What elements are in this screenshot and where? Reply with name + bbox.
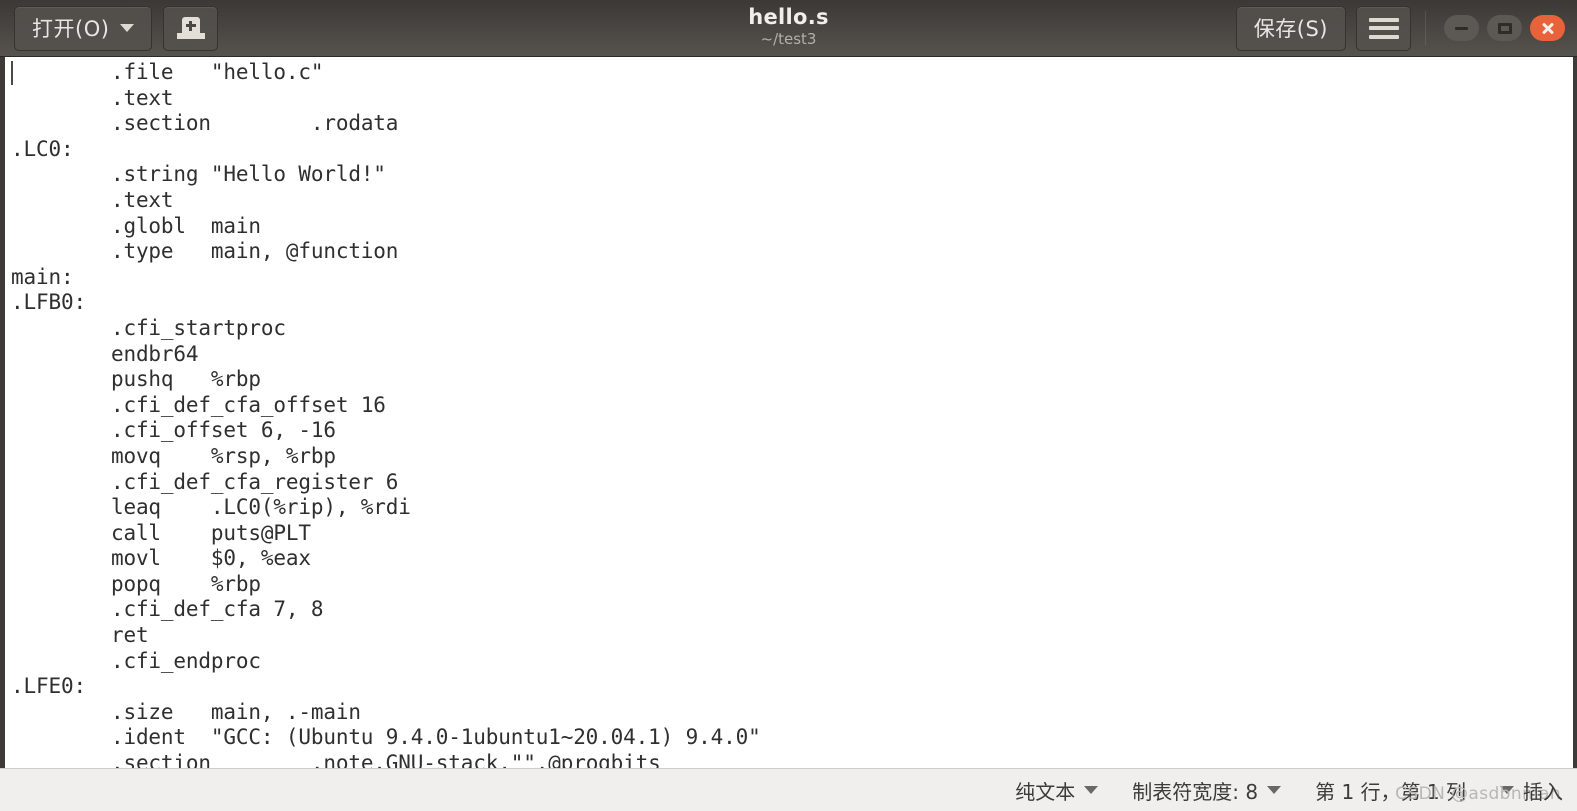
close-icon [1541,21,1555,35]
save-button[interactable]: 保存(S) [1235,5,1346,51]
minimize-button[interactable] [1444,15,1479,41]
menu-button[interactable] [1356,5,1411,51]
open-button-label: 打开(O) [32,17,110,41]
cursor-position-label: 第 1 行，第 1 列 [1315,779,1466,804]
insert-mode-selector[interactable]: 插入 [1500,776,1563,805]
source-code-text[interactable]: .file "hello.c" .text .section .rodata .… [5,57,1573,768]
save-as-button[interactable] [163,5,219,51]
chevron-down-icon [1500,786,1514,794]
chevron-down-icon [1084,786,1099,794]
text-cursor [11,61,13,85]
cursor-position: 第 1 行，第 1 列 [1315,776,1466,805]
chevron-down-icon [120,24,135,32]
minimize-icon [1455,26,1468,30]
titlebar-right-group: 保存(S) [1235,5,1565,51]
statusbar: 纯文本 制表符宽度: 8 第 1 行，第 1 列 插入 CSDN @asdbnm… [0,768,1577,811]
page-title: hello.s [748,5,829,30]
maximize-icon [1497,22,1512,34]
file-path-subtitle: ~/test3 [760,30,817,49]
tab-width-selector[interactable]: 制表符宽度: 8 [1132,776,1282,805]
hamburger-menu-icon [1368,17,1399,39]
save-button-label: 保存(S) [1253,17,1328,41]
save-as-icon [176,17,205,39]
chevron-down-icon [1267,786,1282,794]
titlebar-divider [1425,11,1426,45]
file-type-selector[interactable]: 纯文本 [1015,776,1099,805]
editor-area[interactable]: .file "hello.c" .text .section .rodata .… [5,57,1573,768]
file-type-label: 纯文本 [1015,779,1076,804]
window-controls [1444,15,1565,41]
maximize-button[interactable] [1487,15,1522,41]
titlebar-left-group: 打开(O) [14,5,219,51]
tab-width-label: 制表符宽度: 8 [1132,779,1259,804]
open-button[interactable]: 打开(O) [14,5,153,51]
close-button[interactable] [1530,15,1565,41]
titlebar: hello.s ~/test3 打开(O) 保存(S) [0,0,1577,57]
insert-mode-label: 插入 [1523,779,1563,804]
text-editor-window: hello.s ~/test3 打开(O) 保存(S) .file "hello… [0,0,1577,811]
